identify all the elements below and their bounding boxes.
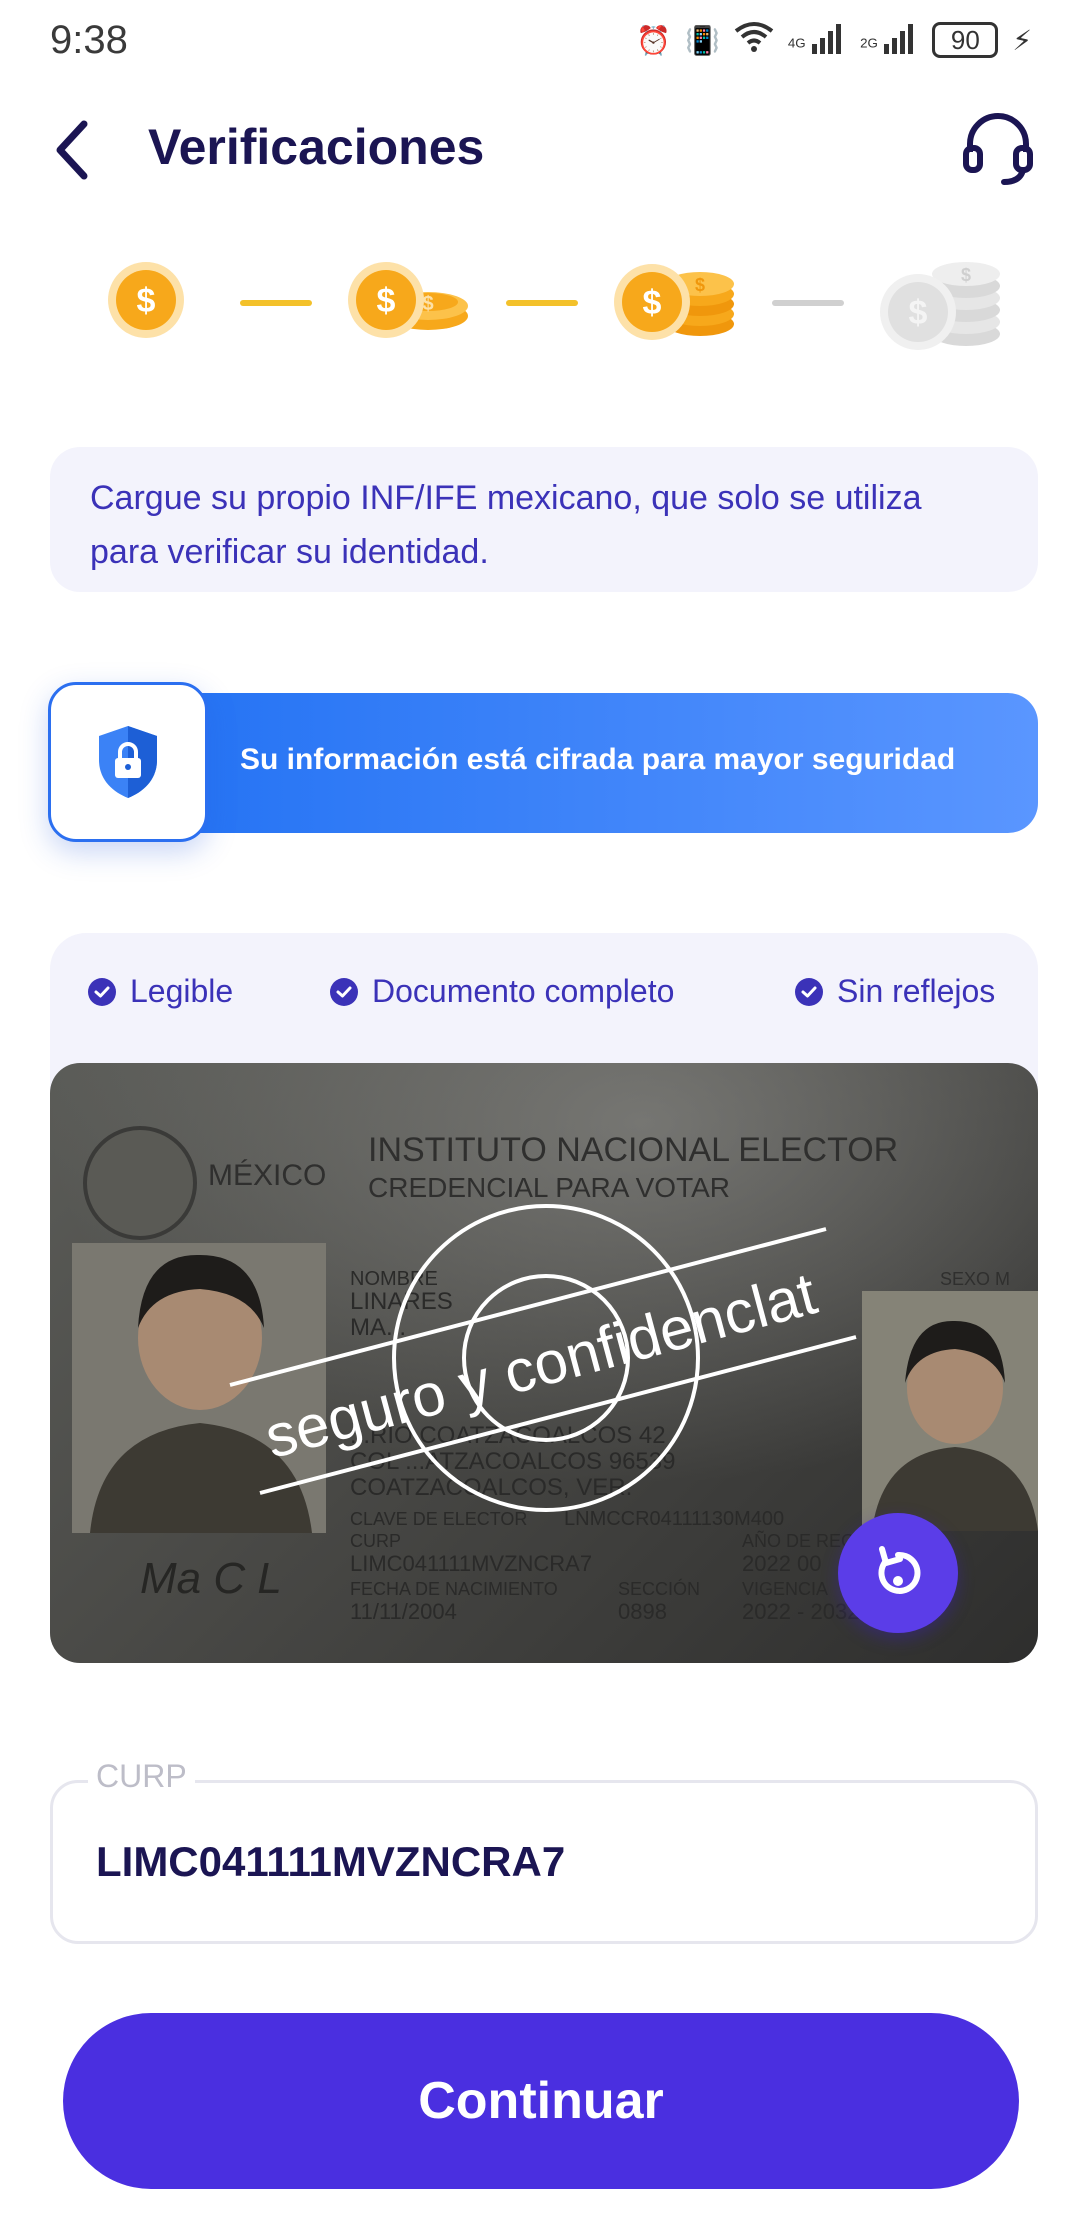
headset-icon	[963, 113, 1033, 185]
progress-steps: $ $ $ $ $ $ $	[0, 250, 1080, 360]
battery-indicator: 90	[932, 22, 999, 58]
step-connector-2	[506, 300, 578, 306]
id-address-3: COATZACOALCOS, VER.	[350, 1474, 632, 1501]
wifi-icon	[734, 21, 774, 60]
step-1: $	[106, 250, 186, 360]
step-connector-1	[240, 300, 312, 306]
quality-checks: Legible Documento completo Sin reflejos	[50, 933, 1038, 1063]
svg-text:$: $	[909, 294, 928, 332]
status-icons: ⏰ 📳 4G 2G 90 ⚡	[636, 21, 1032, 60]
id-signature: Ma C L	[140, 1554, 282, 1603]
security-text: Su información está cifrada para mayor s…	[240, 743, 956, 776]
id-credential: CREDENCIAL PARA VOTAR	[368, 1172, 730, 1203]
page-title: Verificaciones	[148, 119, 485, 175]
id-address-2: COL ...ATZACOALCOS 96539	[350, 1448, 675, 1475]
alarm-icon: ⏰	[636, 24, 671, 56]
curp-value[interactable]: LIMC041111MVZNCRA7	[96, 1838, 565, 1886]
svg-text:$: $	[961, 265, 971, 285]
svg-text:$: $	[137, 282, 156, 320]
back-button[interactable]	[48, 118, 98, 182]
status-time: 9:38	[50, 17, 128, 62]
id-reg-value: 2022 00	[742, 1551, 822, 1576]
id-institute: INSTITUTO NACIONAL ELECTOR	[368, 1131, 898, 1169]
continue-button[interactable]: Continuar	[63, 2013, 1019, 2189]
check-icon	[88, 977, 116, 1006]
step-3: $ $	[612, 250, 742, 360]
svg-text:$: $	[695, 275, 705, 295]
check-legible: Legible	[88, 973, 233, 1010]
shield-lock-icon	[99, 726, 157, 798]
header: Verificaciones	[0, 100, 1080, 200]
step-4: $ $	[878, 250, 1008, 360]
id-birth-label: FECHA DE NACIMIENTO	[350, 1579, 558, 1599]
step-2: $ $	[346, 250, 476, 360]
charging-icon: ⚡	[1012, 24, 1032, 56]
id-clave-value: LNMCCR04111130M400	[564, 1508, 784, 1530]
check-no-glare: Sin reflejos	[795, 973, 995, 1010]
rotate-icon	[878, 1546, 921, 1594]
status-bar: 9:38 ⏰ 📳 4G 2G 90 ⚡	[0, 0, 1080, 80]
retake-photo-button[interactable]	[838, 1513, 958, 1633]
security-icon-box	[48, 682, 208, 842]
chevron-left-icon	[56, 120, 88, 180]
emblem-icon	[83, 1126, 197, 1240]
id-curp-label: CURP	[350, 1531, 401, 1551]
id-section-value: 0898	[618, 1599, 667, 1624]
id-validity-label: VIGENCIA	[742, 1579, 828, 1599]
coin-stack-icon: $ $	[614, 264, 734, 340]
svg-text:$: $	[643, 284, 662, 322]
support-button[interactable]	[960, 110, 1036, 186]
check-icon	[330, 977, 358, 1006]
step-connector-3	[772, 300, 844, 306]
id-section-label: SECCIÓN	[618, 1578, 700, 1599]
check-complete: Documento completo	[330, 973, 674, 1010]
check-label: Legible	[130, 973, 234, 1009]
id-clave-label: CLAVE DE ELECTOR	[350, 1509, 527, 1529]
coin-single-icon: $	[108, 262, 184, 338]
signal-1-icon: 4G	[788, 22, 846, 59]
id-birth-value: 11/11/2004	[350, 1599, 457, 1624]
id-photo-thumbnail	[862, 1291, 1038, 1531]
signal-2-icon: 2G	[860, 22, 918, 59]
id-nombre-label: NOMBRE	[350, 1268, 438, 1290]
svg-text:$: $	[377, 282, 396, 320]
check-label: Sin reflejos	[837, 973, 996, 1009]
svg-text:$: $	[422, 293, 433, 315]
check-icon	[795, 977, 823, 1006]
coin-pair-icon: $ $	[348, 262, 468, 338]
id-photo-portrait	[72, 1243, 326, 1533]
id-country: MÉXICO	[208, 1159, 326, 1192]
check-label: Documento completo	[372, 973, 675, 1009]
vibrate-icon: 📳	[684, 24, 720, 56]
coin-stack-large-icon: $ $	[880, 262, 1000, 350]
id-validity-value: 2022 - 2032	[742, 1599, 859, 1624]
info-message: Cargue su propio INF/IFE mexicano, que s…	[50, 447, 1038, 592]
curp-label: CURP	[88, 1758, 195, 1795]
id-sex-label: SEXO M	[940, 1269, 1010, 1289]
id-curp-value: LIMC041111MVZNCRA7	[350, 1551, 592, 1576]
